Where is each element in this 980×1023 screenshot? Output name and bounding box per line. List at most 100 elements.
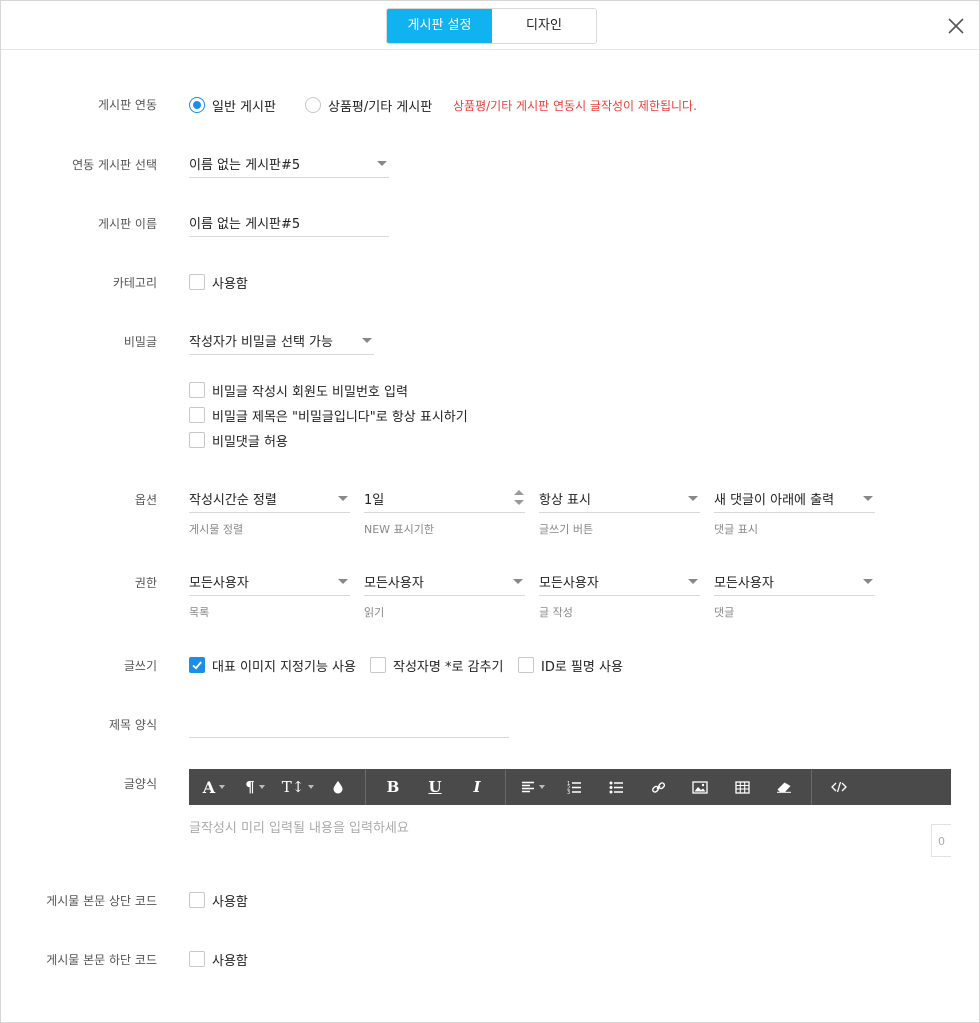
chevron-down-icon [863, 579, 873, 584]
select-board-dropdown[interactable]: 이름 없는 게시판#5 [189, 148, 389, 178]
paragraph-icon[interactable]: ¶ [236, 769, 274, 805]
comment-display-value: 새 댓글이 아래에 출력 [714, 493, 835, 508]
perm-read-value: 모든사용자 [364, 576, 424, 591]
italic-icon[interactable]: I [458, 769, 496, 805]
perm-list-value: 모든사용자 [189, 576, 249, 591]
write-button-value: 항상 표시 [539, 493, 591, 508]
code-view-icon[interactable] [820, 769, 858, 805]
sort-order-dropdown[interactable]: 작성시간순 정렬 [189, 483, 350, 513]
perm-list-dropdown[interactable]: 모든사용자 [189, 566, 350, 596]
id-nickname-checkbox[interactable] [518, 657, 534, 673]
options-label: 옵션 [134, 493, 157, 507]
bottom-code-checkbox[interactable] [189, 951, 205, 967]
bold-icon[interactable]: B [374, 769, 412, 805]
check-icon [192, 661, 202, 670]
perm-comment-value: 모든사용자 [714, 576, 774, 591]
text-size-icon[interactable]: T↕ [279, 769, 317, 805]
editor-toolbar: A ¶ T↕ B U I 123 [189, 769, 951, 805]
chevron-down-icon [338, 496, 348, 501]
link-icon[interactable] [639, 769, 677, 805]
hide-author-checkbox[interactable] [370, 657, 386, 673]
hide-author-label: 작성자명 *로 감추기 [393, 660, 504, 675]
radio-review-board-label: 상품평/기타 게시판 [328, 100, 433, 115]
comment-display-sublabel: 댓글 표시 [714, 523, 758, 536]
perm-read-dropdown[interactable]: 모든사용자 [364, 566, 525, 596]
perm-comment-sublabel: 댓글 [714, 606, 735, 619]
select-board-label: 연동 게시판 선택 [72, 158, 157, 172]
secret-dropdown[interactable]: 작성자가 비밀글 선택 가능 [189, 325, 374, 355]
chevron-down-icon [688, 496, 698, 501]
eraser-icon[interactable] [765, 769, 803, 805]
svg-text:3: 3 [567, 790, 570, 794]
chevron-down-icon [377, 161, 387, 166]
comment-display-dropdown[interactable]: 새 댓글이 아래에 출력 [714, 483, 875, 513]
tab-design[interactable]: 디자인 [492, 9, 596, 43]
title-format-label: 제목 양식 [109, 718, 157, 732]
featured-image-label: 대표 이미지 지정기능 사용 [212, 660, 356, 675]
secret-label: 비밀글 [123, 335, 157, 349]
new-period-sublabel: NEW 표시기한 [364, 523, 435, 536]
category-label: 카테고리 [112, 276, 157, 290]
select-board-value: 이름 없는 게시판#5 [189, 158, 301, 173]
perm-write-sublabel: 글 작성 [539, 606, 573, 619]
chevron-down-icon [688, 579, 698, 584]
secret-title-label: 비밀글 제목은 "비밀글입니다"로 항상 표시하기 [212, 410, 468, 425]
radio-general-board[interactable] [189, 97, 205, 113]
color-fill-icon[interactable] [319, 769, 357, 805]
sort-order-sublabel: 게시물 정렬 [189, 523, 244, 536]
perm-comment-dropdown[interactable]: 모든사용자 [714, 566, 875, 596]
font-color-icon[interactable]: A [195, 769, 233, 805]
secret-comment-checkbox[interactable] [189, 432, 205, 448]
secret-title-checkbox[interactable] [189, 407, 205, 423]
chevron-down-icon [362, 338, 372, 343]
id-nickname-label: ID로 필명 사용 [541, 660, 623, 675]
link-warning-text: 상품평/기타 게시판 연동시 글작성이 제한됩니다. [453, 99, 697, 113]
perm-write-dropdown[interactable]: 모든사용자 [539, 566, 700, 596]
image-icon[interactable] [681, 769, 719, 805]
chevron-down-icon [863, 496, 873, 501]
secret-member-password-label: 비밀글 작성시 회원도 비밀번호 입력 [212, 385, 408, 400]
chevron-down-icon [513, 579, 523, 584]
secret-comment-label: 비밀댓글 허용 [212, 435, 288, 450]
table-icon[interactable] [723, 769, 761, 805]
sort-order-value: 작성시간순 정렬 [189, 493, 277, 508]
close-icon[interactable] [945, 15, 967, 37]
chevron-down-icon [338, 579, 348, 584]
perm-read-sublabel: 읽기 [364, 606, 385, 619]
stepper-icon[interactable] [514, 490, 524, 508]
featured-image-checkbox[interactable] [189, 657, 205, 673]
tab-board-settings[interactable]: 게시판 설정 [387, 9, 492, 43]
top-code-checkbox[interactable] [189, 892, 205, 908]
title-format-input[interactable] [189, 708, 509, 738]
board-name-label: 게시판 이름 [97, 217, 157, 231]
secret-member-password-checkbox[interactable] [189, 382, 205, 398]
board-link-label: 게시판 연동 [97, 98, 157, 112]
writing-label: 글쓰기 [123, 659, 157, 673]
perm-list-sublabel: 목록 [189, 606, 210, 619]
bullet-list-icon[interactable] [597, 769, 635, 805]
board-name-input[interactable]: 이름 없는 게시판#5 [189, 207, 389, 237]
underline-icon[interactable]: U [416, 769, 454, 805]
ordered-list-icon[interactable]: 123 [555, 769, 593, 805]
category-checkbox[interactable] [189, 274, 205, 290]
new-period-stepper[interactable]: 1일 [364, 483, 525, 513]
top-code-label: 게시물 본문 상단 코드 [46, 894, 157, 908]
write-button-dropdown[interactable]: 항상 표시 [539, 483, 700, 513]
settings-dialog: 게시판 설정 디자인 게시판 연동 일반 게시판 상품평/기타 게시판 상품평/… [0, 0, 980, 1023]
align-icon[interactable] [514, 769, 552, 805]
bottom-code-label: 게시물 본문 하단 코드 [46, 953, 157, 967]
bottom-code-checkbox-label: 사용함 [212, 954, 248, 969]
board-name-value: 이름 없는 게시판#5 [189, 217, 301, 232]
editor-placeholder[interactable]: 글작성시 미리 입력될 내용을 입력하세요 [189, 817, 409, 836]
dialog-header: 게시판 설정 디자인 [1, 1, 979, 50]
category-checkbox-label: 사용함 [212, 277, 248, 292]
secret-value: 작성자가 비밀글 선택 가능 [189, 335, 333, 350]
radio-general-board-label: 일반 게시판 [212, 100, 276, 115]
char-counter: 0 [931, 824, 951, 857]
permissions-label: 권한 [134, 576, 157, 590]
write-button-sublabel: 글쓰기 버튼 [539, 523, 594, 536]
top-code-checkbox-label: 사용함 [212, 895, 248, 910]
tab-group: 게시판 설정 디자인 [386, 8, 597, 44]
radio-review-board[interactable] [305, 97, 321, 113]
new-period-value: 1일 [364, 493, 385, 508]
